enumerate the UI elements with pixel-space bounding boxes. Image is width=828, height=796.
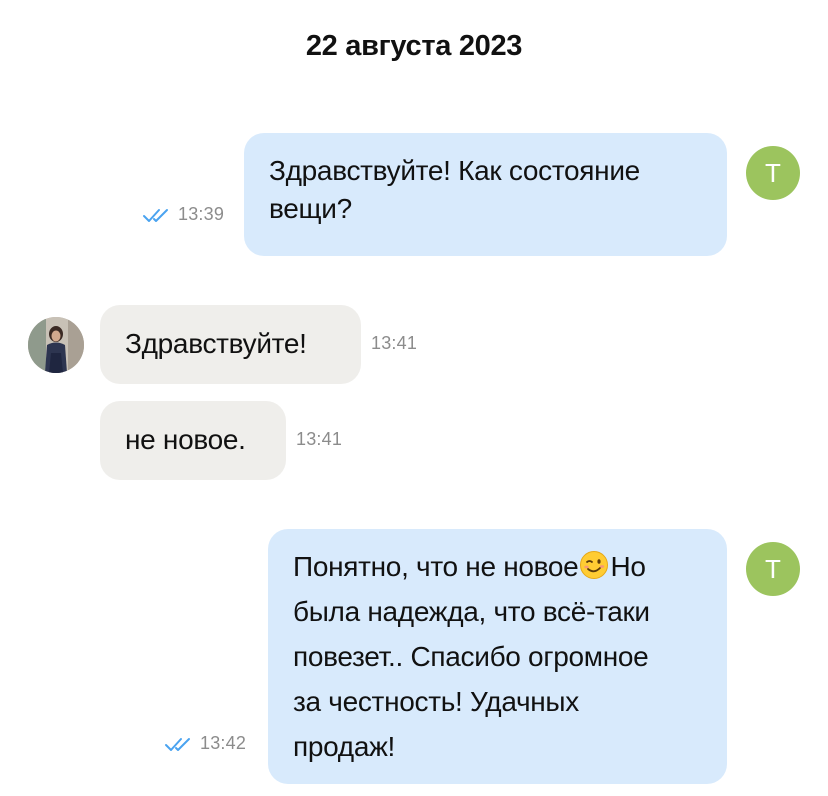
message-text: Здравствуйте! Как состояние вещи? [269,155,640,224]
message-time: 13:41 [371,333,418,353]
message-text: не новое. [125,424,246,455]
seller-avatar[interactable] [28,317,84,373]
user-avatar[interactable]: Т [746,146,800,200]
user-avatar[interactable]: Т [746,542,800,596]
wink-emoji-icon [579,548,609,579]
message-time: 13:39 [178,204,225,224]
message-bubble-incoming[interactable]: не новое. [100,401,286,480]
double-check-icon [142,207,172,223]
message-meta: 13:39 [142,204,224,225]
date-header: 22 августа 2023 [305,30,523,62]
message-time: 13:41 [296,429,343,449]
message-bubble-outgoing[interactable]: Здравствуйте! Как состояние вещи? [244,133,727,256]
message-text-part: Но была надежда, что всё-таки повезет.. … [293,551,650,762]
message-bubble-outgoing[interactable]: Понятно, что не новое Но была надежда, ч… [268,529,727,784]
message-text: Понятно, что не новое Но была надежда, ч… [293,551,650,762]
seller-photo-icon [28,317,84,373]
double-check-icon [164,736,194,752]
message-meta: 13:41 [296,429,342,450]
message-bubble-incoming[interactable]: Здравствуйте! [100,305,361,384]
message-meta: 13:42 [164,733,246,754]
message-meta: 13:41 [371,333,417,354]
message-text-part: Понятно, что не новое [293,551,579,582]
message-time: 13:42 [200,733,247,753]
message-text: Здравствуйте! [125,328,307,359]
